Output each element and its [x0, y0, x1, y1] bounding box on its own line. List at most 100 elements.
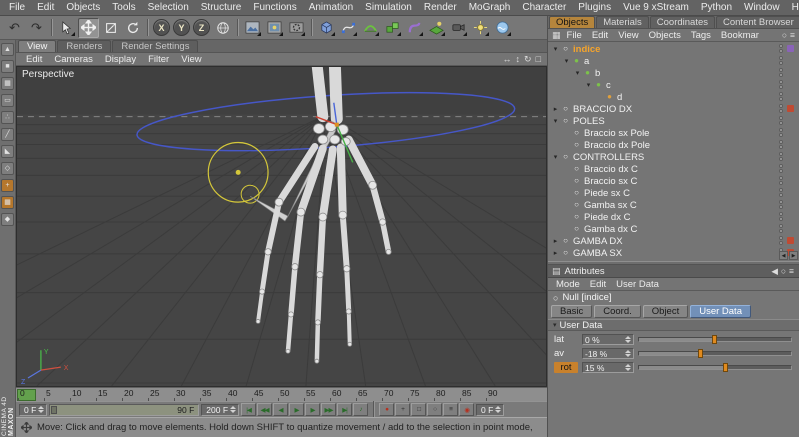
menubar-item[interactable]: MoGraph — [463, 1, 517, 14]
viewport-menu-item[interactable]: Edit — [20, 54, 48, 65]
object-label[interactable]: Piede sx C — [582, 188, 632, 199]
tag-badge[interactable] — [787, 141, 794, 148]
add-nurbs-button[interactable] — [360, 18, 381, 38]
visibility-dots[interactable] — [779, 56, 783, 65]
rotate-view-icon[interactable]: ↻ — [524, 54, 532, 64]
tag-badge[interactable] — [787, 45, 794, 52]
edges-mode-icon[interactable]: ╱ — [1, 128, 14, 141]
object-icon[interactable]: ● — [571, 57, 582, 65]
lock-z-axis-button[interactable]: Z — [193, 19, 210, 36]
object-manager-menu-item[interactable]: View — [613, 30, 643, 41]
tree-row[interactable]: ▸ ○ GAMBA SX — [548, 247, 799, 259]
tag-badge[interactable] — [787, 117, 794, 124]
tag-badge[interactable] — [787, 153, 794, 160]
enable-axis-icon[interactable]: + — [1, 179, 14, 192]
viewport-menu-item[interactable]: Display — [99, 54, 142, 65]
tag-badge[interactable] — [787, 225, 794, 232]
object-icon[interactable]: ○ — [560, 45, 571, 53]
object-icon[interactable]: ● — [604, 93, 615, 101]
param-label[interactable]: rot — [554, 362, 578, 373]
tag-badge[interactable] — [787, 105, 794, 112]
frame-spinner[interactable] — [495, 406, 502, 413]
object-label[interactable]: b — [593, 68, 602, 79]
attributes-menu-item[interactable]: User Data — [611, 279, 664, 290]
record-scale-toggle[interactable]: □ — [411, 403, 427, 416]
search-icon[interactable]: ○ — [782, 31, 787, 40]
menubar-item[interactable]: Tools — [106, 1, 141, 14]
object-label[interactable]: POLES — [571, 116, 607, 127]
history-back-icon[interactable]: ◀ — [771, 267, 778, 276]
menubar-item[interactable]: Python — [695, 1, 738, 14]
aux-frame-field[interactable]: 0 F — [476, 403, 505, 416]
expand-toggle-icon[interactable]: ▾ — [562, 58, 571, 65]
scroll-right-icon[interactable]: ▶ — [789, 251, 798, 260]
manager-tab[interactable]: Objects — [549, 16, 596, 28]
viewport-menu-item[interactable]: View — [175, 54, 207, 65]
object-icon[interactable]: ● — [582, 69, 593, 77]
menubar-item[interactable]: Objects — [60, 1, 106, 14]
object-icon[interactable]: ○ — [560, 105, 571, 113]
attributes-menu-item[interactable]: Edit — [585, 279, 611, 290]
pan-view-icon[interactable]: ↔ — [503, 54, 512, 64]
tag-badge[interactable] — [787, 177, 794, 184]
tree-row[interactable]: ▾ ● b — [548, 67, 799, 79]
tree-row[interactable]: ▾ ● c — [548, 79, 799, 91]
object-icon[interactable]: ● — [593, 81, 604, 89]
object-label[interactable]: d — [615, 92, 624, 103]
play-button[interactable]: ▶ — [289, 403, 305, 416]
next-frame-button[interactable]: ▶ — [305, 403, 321, 416]
object-label[interactable]: Braccio sx Pole — [582, 128, 651, 139]
menubar-item[interactable]: Selection — [142, 1, 195, 14]
render-view-button[interactable] — [242, 18, 263, 38]
tree-row[interactable]: ● d — [548, 91, 799, 103]
record-keyframe-button[interactable]: ● — [379, 403, 395, 416]
tree-row[interactable]: ○ Braccio sx Pole — [548, 127, 799, 139]
menubar-item[interactable]: File — [3, 1, 31, 14]
viewport-tab[interactable]: Renders — [57, 40, 112, 52]
param-label[interactable]: av — [554, 348, 578, 359]
menubar-item[interactable]: Edit — [31, 1, 60, 14]
tag-badge[interactable] — [787, 69, 794, 76]
menubar-item[interactable]: Simulation — [359, 1, 418, 14]
tag-badge[interactable] — [787, 129, 794, 136]
tree-row[interactable]: ▾ ○ POLES — [548, 115, 799, 127]
manager-tab[interactable]: Coordinates — [649, 16, 715, 28]
visibility-dots[interactable] — [779, 68, 783, 77]
object-manager-menu-item[interactable]: Edit — [587, 30, 613, 41]
tag-badge[interactable] — [787, 189, 794, 196]
lock-y-axis-button[interactable]: Y — [173, 19, 190, 36]
lock-x-axis-button[interactable]: X — [153, 19, 170, 36]
object-label[interactable]: a — [582, 56, 591, 67]
goto-end-button[interactable]: ▶| — [337, 403, 353, 416]
add-spline-button[interactable] — [338, 18, 359, 38]
object-icon[interactable]: ○ — [571, 201, 582, 209]
tree-row[interactable]: ○ Braccio dx C — [548, 163, 799, 175]
menubar-item[interactable]: Vue 9 xStream — [617, 1, 695, 14]
menubar-item[interactable]: Help — [786, 1, 799, 14]
snap-icon[interactable]: ◆ — [1, 213, 14, 226]
param-value-field[interactable]: 0 % — [582, 334, 634, 345]
coordinate-system-button[interactable] — [212, 18, 233, 38]
visibility-dots[interactable] — [779, 80, 783, 89]
expand-toggle-icon[interactable]: ▾ — [551, 118, 560, 125]
viewport-tab[interactable]: View — [18, 40, 57, 52]
visibility-dots[interactable] — [779, 188, 783, 197]
object-icon[interactable]: ○ — [571, 165, 582, 173]
next-key-button[interactable]: ▶▶ — [321, 403, 337, 416]
visibility-dots[interactable] — [779, 152, 783, 161]
frame-spinner[interactable] — [230, 406, 237, 413]
expand-toggle-icon[interactable]: ▸ — [551, 250, 560, 257]
value-spinner[interactable] — [625, 336, 631, 343]
add-modeling-button[interactable] — [382, 18, 403, 38]
object-icon[interactable]: ○ — [560, 237, 571, 245]
viewport-menu-item[interactable]: Filter — [142, 54, 175, 65]
expand-toggle-icon[interactable]: ▾ — [584, 82, 593, 89]
param-label[interactable]: lat — [554, 334, 578, 345]
object-label[interactable]: Braccio sx C — [582, 176, 639, 187]
preview-range-slider[interactable]: 90 F — [49, 403, 200, 416]
add-environment-button[interactable] — [426, 18, 447, 38]
live-selection-button[interactable] — [56, 18, 77, 38]
object-icon[interactable]: ○ — [571, 225, 582, 233]
tree-row[interactable]: ▾ ○ CONTROLLERS — [548, 151, 799, 163]
timeline-ruler[interactable]: 0 5 10 15 20 25 30 35 40 45 50 55 60 65 70 75 80 85 90 — [16, 387, 547, 401]
